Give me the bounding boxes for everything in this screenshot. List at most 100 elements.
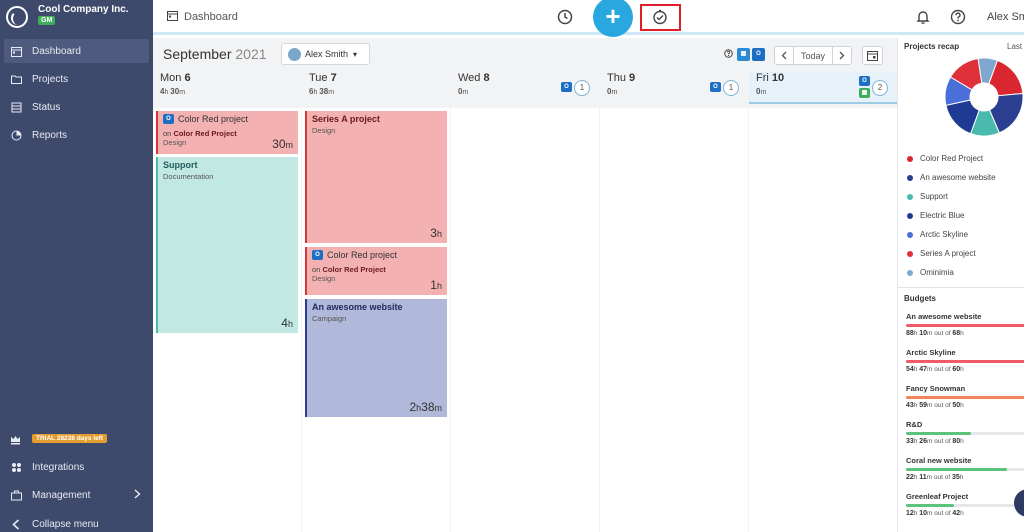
sidebar-item-label: Management xyxy=(32,489,91,501)
budget-item[interactable]: Greenleaf Project 12h 10m out of 42h xyxy=(906,492,1024,517)
event-duration: 4h xyxy=(281,316,293,330)
event-title: Series A project xyxy=(312,114,380,124)
month-title: September 2021 xyxy=(163,46,267,62)
event-count-badge[interactable]: 2 xyxy=(872,80,888,96)
sidebar-item-label: Reports xyxy=(32,129,68,141)
legend-item: Support xyxy=(907,192,948,201)
topbar: Dashboard + Alex Smi xyxy=(153,0,1024,37)
month-name: September xyxy=(163,46,232,62)
event-card[interactable]: Support Documentation 4h xyxy=(156,157,298,333)
day-column-thu[interactable] xyxy=(600,108,748,532)
sidebar-item-projects[interactable]: Projects xyxy=(4,67,149,91)
sidebar-item-label: Dashboard xyxy=(32,45,81,57)
event-title: Color Red project xyxy=(178,114,249,124)
event-card[interactable]: O Color Red project on Color Red Project… xyxy=(156,111,298,154)
outlook-icon: O xyxy=(312,250,323,260)
event-card[interactable]: Series A project Design 3h xyxy=(305,111,447,243)
legend-item: An awesome website xyxy=(907,173,996,182)
help-icon[interactable] xyxy=(950,9,966,25)
sidebar-item-integrations[interactable]: Integrations xyxy=(4,455,149,479)
budget-fill xyxy=(906,468,1008,471)
prev-week-button[interactable] xyxy=(775,47,793,64)
calendar-picker-button[interactable] xyxy=(862,46,883,65)
google-calendar-icon[interactable]: ▦ xyxy=(737,48,750,61)
legend-dot xyxy=(907,231,913,238)
caret-down-icon: ▾ xyxy=(353,49,358,59)
event-count-badge[interactable]: 1 xyxy=(723,80,739,96)
budget-item[interactable]: Fancy Snowman 43h 59m out of 50h xyxy=(906,384,1024,409)
day-number: 9 xyxy=(629,72,636,84)
sidebar-item-label: Collapse menu xyxy=(32,518,99,530)
chevron-left-icon xyxy=(10,518,22,530)
budget-name: Coral new website xyxy=(906,456,972,465)
budget-bar xyxy=(906,468,1024,471)
day-column-wed[interactable] xyxy=(451,108,599,532)
legend-label: Arctic Skyline xyxy=(920,230,969,239)
outlook-icon: O xyxy=(859,76,870,86)
clock-icon[interactable] xyxy=(557,9,573,25)
next-week-button[interactable] xyxy=(833,47,851,64)
legend-item: Arctic Skyline xyxy=(907,230,968,239)
user-select[interactable]: Alex Smith ▾ xyxy=(281,43,370,65)
day-header-tue: Tue 7 6h 38m xyxy=(302,72,450,104)
calendar-icon xyxy=(167,10,178,24)
sidebar-item-management[interactable]: Management xyxy=(4,483,149,507)
legend-label: Ominimia xyxy=(920,268,954,277)
budget-text: 22h 11m out of 35h xyxy=(906,474,964,481)
highlight-box xyxy=(640,4,681,31)
user-select-value: Alex Smith xyxy=(305,49,349,59)
sidebar-item-label: Integrations xyxy=(32,461,85,473)
sidebar: Cool Company Inc. GM Dashboard Projects … xyxy=(0,0,153,532)
add-button[interactable]: + xyxy=(593,0,633,37)
calendar-area: September 2021 Alex Smith ▾ ▦ O Today Mo… xyxy=(153,38,897,532)
day-number: 10 xyxy=(771,72,785,84)
avatar xyxy=(288,47,301,61)
brand[interactable]: Cool Company Inc. GM xyxy=(0,0,153,36)
budget-bar xyxy=(906,396,1024,399)
recap-period-select[interactable]: Last xyxy=(1007,42,1022,51)
day-name: Fri xyxy=(756,72,769,84)
day-number: 6 xyxy=(184,72,191,84)
legend-item: Electric Blue xyxy=(907,211,964,220)
chevron-right-icon[interactable] xyxy=(134,489,141,502)
budget-bar xyxy=(906,504,1024,507)
outlook-icon[interactable]: O xyxy=(752,48,765,61)
event-sub: Campaign xyxy=(312,314,347,323)
budget-bar xyxy=(906,360,1024,363)
sidebar-item-dashboard[interactable]: Dashboard xyxy=(4,39,149,63)
budget-fill xyxy=(906,360,1024,363)
legend-label: An awesome website xyxy=(920,173,996,182)
legend-label: Color Red Project xyxy=(920,154,984,163)
event-sub: Design xyxy=(312,274,336,283)
sidebar-item-label: Status xyxy=(32,101,61,113)
budget-item[interactable]: R&D 33h 26m out of 80h xyxy=(906,420,1024,445)
budget-text: 12h 10m out of 42h xyxy=(906,510,964,517)
event-duration: 1h xyxy=(430,278,442,292)
budget-item[interactable]: Arctic Skyline 54h 47m out of 60h xyxy=(906,348,1024,373)
budget-fill xyxy=(906,396,1024,399)
help-icon[interactable] xyxy=(724,49,733,60)
legend-dot xyxy=(907,155,913,162)
collapse-menu-button[interactable]: Collapse menu xyxy=(4,512,149,532)
sidebar-item-status[interactable]: Status xyxy=(4,95,149,119)
legend-item: Ominimia xyxy=(907,268,954,277)
outlook-icon: O xyxy=(710,82,721,92)
budget-item[interactable]: Coral new website 22h 11m out of 35h xyxy=(906,456,1024,481)
breadcrumb-label: Dashboard xyxy=(184,11,238,23)
day-column-fri[interactable] xyxy=(749,108,897,532)
event-count-badge[interactable]: 1 xyxy=(574,80,590,96)
event-sub: Design xyxy=(312,126,336,135)
user-menu[interactable]: Alex Smi xyxy=(987,11,1024,23)
calendar-icon xyxy=(10,45,22,57)
budget-name: An awesome website xyxy=(906,312,982,321)
event-card[interactable]: An awesome website Campaign 2h38m xyxy=(305,299,447,417)
sidebar-item-reports[interactable]: Reports xyxy=(4,123,149,147)
legend-dot xyxy=(907,250,913,257)
event-title: An awesome website xyxy=(312,302,403,312)
today-button[interactable]: Today xyxy=(793,47,833,64)
budget-item[interactable]: An awesome website 88h 10m out of 68h xyxy=(906,312,1024,337)
date-navigation: Today xyxy=(774,46,852,65)
event-card[interactable]: O Color Red project on Color Red Project… xyxy=(305,247,447,295)
crown-button[interactable] xyxy=(4,427,28,451)
bell-icon[interactable] xyxy=(915,9,931,25)
